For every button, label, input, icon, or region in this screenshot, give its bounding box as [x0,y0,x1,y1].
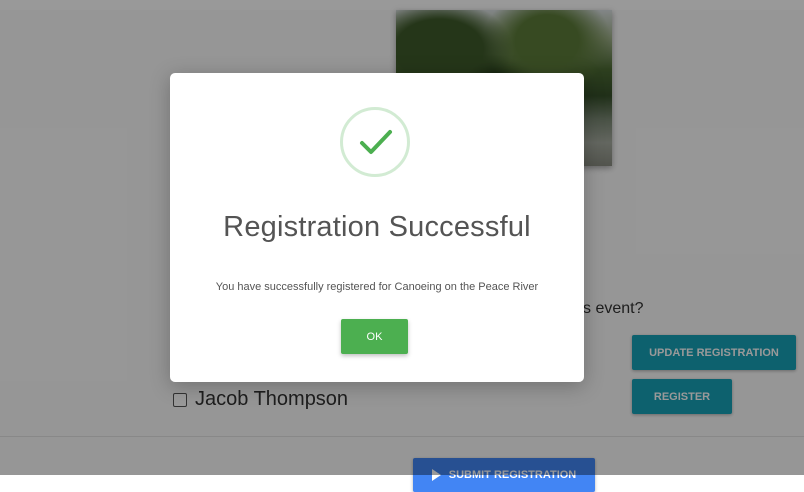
dialog-message: You have successfully registered for Can… [215,281,539,293]
dialog-title: Registration Successful [223,211,531,243]
checkmark-icon [340,107,410,177]
ok-button[interactable]: OK [341,319,408,354]
success-dialog: Registration Successful You have success… [170,73,584,382]
